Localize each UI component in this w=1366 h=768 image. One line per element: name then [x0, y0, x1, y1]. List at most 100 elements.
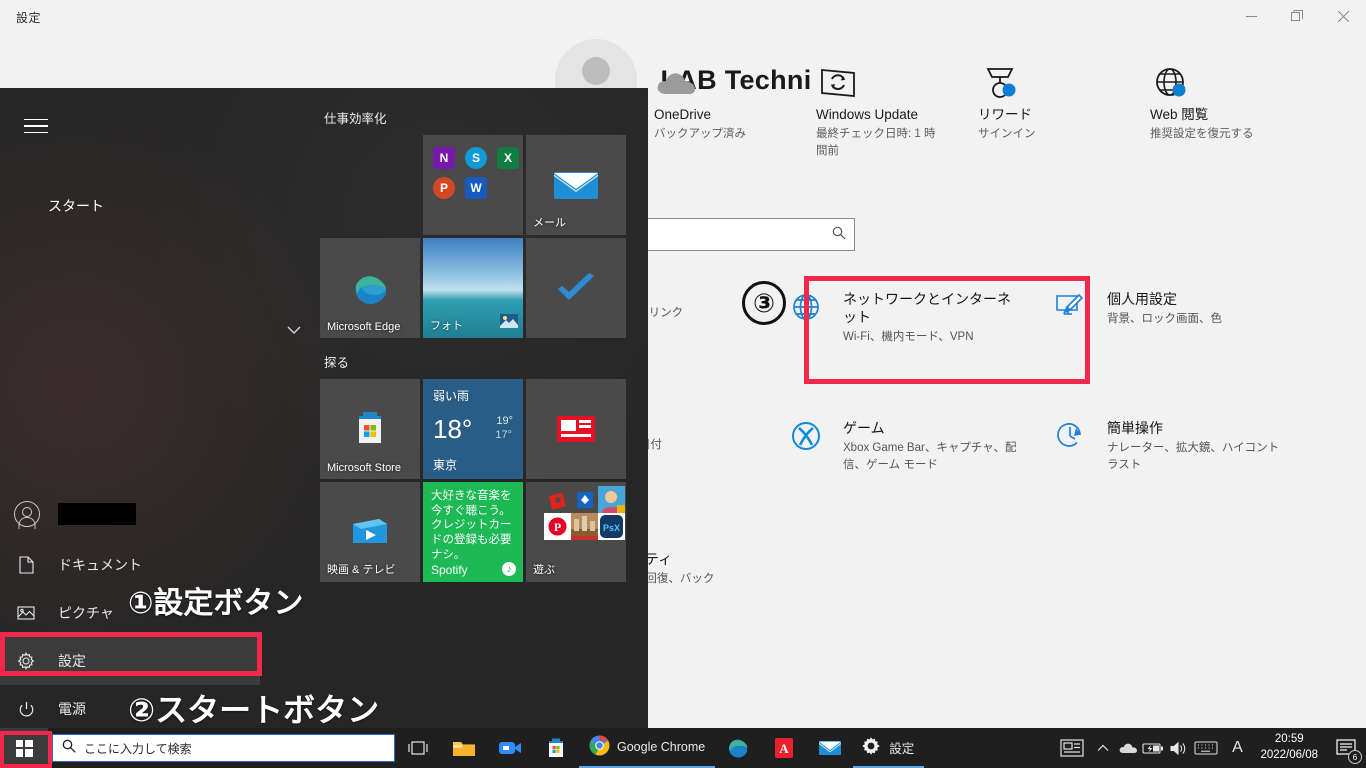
tile-news[interactable]: [526, 379, 626, 479]
quick-item-onedrive[interactable]: OneDrive バックアップ済み: [654, 44, 816, 143]
roblox-icon: [544, 486, 571, 513]
task-view-button[interactable]: [395, 728, 441, 768]
settings-item-sub: Xbox Game Bar、キャプチャ、配信、ゲーム モード: [843, 442, 1017, 472]
taskbar-app-acrobat[interactable]: A: [761, 728, 807, 768]
settings-titlebar: 設定: [0, 0, 1366, 32]
psx-icon: PsX: [598, 513, 625, 540]
spotify-icon: ♪: [502, 562, 516, 576]
taskbar-search-box[interactable]: ここに入力して検索: [52, 734, 395, 762]
quick-item-rewards[interactable]: リワード サインイン: [978, 44, 1140, 143]
gear-icon: [861, 736, 881, 759]
taskbar-app-chrome[interactable]: Google Chrome: [579, 728, 716, 768]
quick-item-sub: 推奨設定を復元する: [1150, 128, 1254, 141]
hamburger-menu-icon[interactable]: [12, 106, 60, 146]
tile-group-title: 探る: [324, 356, 350, 370]
rewards-medal-icon: [978, 60, 1140, 106]
ease-of-access-icon: [1055, 416, 1091, 456]
settings-window-title: 設定: [16, 11, 42, 25]
svg-text:P: P: [554, 520, 561, 534]
tile-office-suite[interactable]: N S X P W: [423, 135, 523, 235]
taskbar: ここに入力して検索 Google Chrome A 設定 A 20:59 202…: [0, 728, 1366, 768]
tile-label: メール: [533, 217, 566, 229]
volume-icon[interactable]: [1165, 728, 1190, 768]
chevron-down-icon[interactable]: [286, 323, 302, 338]
clock[interactable]: 20:59 2022/06/08: [1252, 728, 1326, 768]
quick-item-windows-update[interactable]: Windows Update 最終チェック日時: 1 時間前: [816, 44, 978, 160]
solitaire-icon: [571, 486, 598, 513]
clock-time: 20:59: [1274, 733, 1304, 746]
tile-label: 映画 & テレビ: [327, 564, 396, 576]
quick-item-sub: サインイン: [978, 128, 1036, 141]
keyboard-icon[interactable]: [1190, 728, 1222, 768]
sidebar-item-label: ドキュメント: [58, 557, 142, 573]
search-icon: [62, 739, 76, 758]
close-button[interactable]: [1320, 0, 1366, 32]
weather-city: 東京: [433, 458, 458, 472]
news-weather-icon[interactable]: [1054, 728, 1090, 768]
tile-movies-tv[interactable]: 映画 & テレビ: [320, 482, 420, 582]
microsoft-store-button[interactable]: [533, 728, 579, 768]
quick-item-title: リワード: [978, 107, 1032, 122]
settings-item-gaming[interactable]: ゲーム Xbox Game Bar、キャプチャ、配信、ゲーム モード: [757, 408, 1027, 508]
tile-label: Microsoft Edge: [327, 321, 401, 333]
tile-microsoft-edge[interactable]: Microsoft Edge: [320, 238, 420, 338]
action-center-badge: 6: [1348, 750, 1362, 764]
taskbar-app-mail[interactable]: [807, 728, 853, 768]
rail-user-account[interactable]: [0, 487, 260, 541]
word-icon: W: [465, 177, 487, 199]
tile-photos[interactable]: フォト: [423, 238, 523, 338]
news-icon: [526, 379, 626, 479]
chevron-up-icon[interactable]: [1090, 728, 1115, 768]
power-icon: [16, 701, 36, 718]
city-game-icon: [571, 513, 598, 540]
action-center-button[interactable]: 6: [1326, 728, 1366, 768]
taskbar-app-settings[interactable]: 設定: [853, 728, 925, 768]
tile-microsoft-store[interactable]: Microsoft Store: [320, 379, 420, 479]
quick-item-title: Web 閲覧: [1150, 107, 1209, 122]
pictures-icon: [16, 605, 36, 621]
minimize-button[interactable]: [1228, 0, 1274, 32]
callout-label-1: ①設定ボタン: [128, 587, 304, 620]
file-explorer-button[interactable]: [441, 728, 487, 768]
sidebar-item-label: 電源: [58, 701, 86, 717]
check-icon: [526, 238, 626, 338]
tile-group-title: 仕事効率化: [324, 112, 387, 126]
sidebar-item-label: ピクチャ: [58, 605, 114, 621]
start-menu-label: スタート: [48, 198, 104, 214]
onedrive-icon[interactable]: [1115, 728, 1140, 768]
taskbar-app-label: 設定: [889, 741, 915, 756]
powerpoint-icon: P: [433, 177, 455, 199]
rail-user-name-redacted: [58, 503, 136, 525]
taskbar-app-edge[interactable]: [715, 728, 761, 768]
weather-low: 17°: [495, 429, 512, 441]
quick-item-web-browse[interactable]: Web 閲覧 推奨設定を復元する: [1150, 44, 1312, 143]
tile-mail[interactable]: メール: [526, 135, 626, 235]
spotify-promo-text: 大好きな音楽を今すぐ聴こう。クレジットカードの登録も必要ナシ。: [431, 490, 512, 561]
tile-label: フォト: [430, 320, 463, 332]
highlight-box-start-button: [0, 731, 52, 768]
xbox-icon: [791, 416, 827, 456]
tile-todo[interactable]: [526, 238, 626, 338]
battery-charging-icon[interactable]: [1140, 728, 1165, 768]
clock-date: 2022/06/08: [1260, 749, 1318, 761]
tile-spotify[interactable]: 大好きな音楽を今すぐ聴こう。クレジットカードの登録も必要ナシ。 Spotify …: [423, 482, 523, 582]
quick-item-sub: バックアップ済み: [654, 128, 746, 141]
game-avatar-icon: [598, 486, 625, 513]
start-menu-tiles: 仕事効率化 N S X P W メール Microsoft Edge フォト 探…: [320, 108, 630, 582]
settings-item-title: ゲーム: [843, 420, 885, 436]
search-icon: [832, 226, 846, 243]
zoom-button[interactable]: [487, 728, 533, 768]
excel-icon: X: [497, 147, 519, 169]
user-avatar-icon: [14, 501, 40, 527]
document-icon: [16, 556, 36, 574]
weather-high: 19°: [496, 415, 513, 427]
quick-item-sub: 最終チェック日時: 1 時間前: [816, 128, 936, 157]
tile-label: Spotify: [431, 563, 468, 577]
tile-weather[interactable]: 弱い雨 18° 19° 17° 東京: [423, 379, 523, 479]
tile-play-group[interactable]: P PsX 遊ぶ: [526, 482, 626, 582]
maximize-restore-button[interactable]: [1274, 0, 1320, 32]
settings-item-ease-of-access[interactable]: 簡単操作 ナレーター、拡大鏡、ハイコントラスト: [1027, 408, 1297, 508]
taskbar-search-placeholder: ここに入力して検索: [84, 741, 192, 756]
ime-a-icon[interactable]: A: [1222, 728, 1252, 768]
tile-label: 遊ぶ: [533, 564, 555, 576]
